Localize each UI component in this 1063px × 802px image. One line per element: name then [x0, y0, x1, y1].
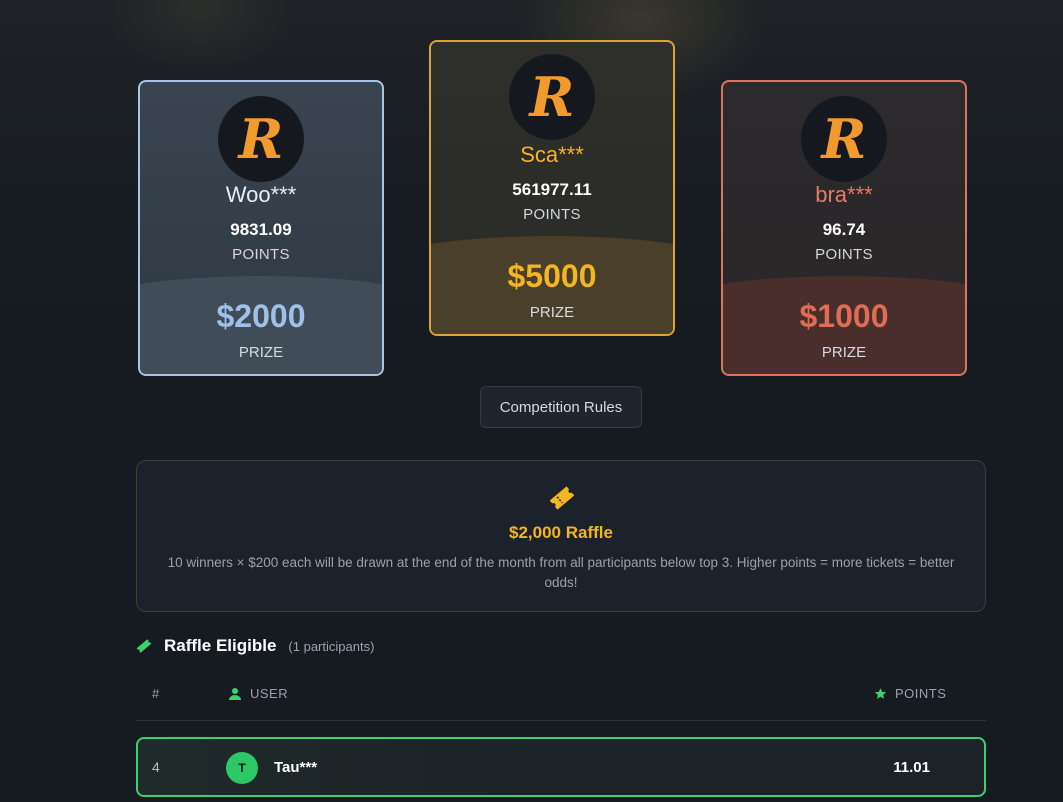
row-rank: 4 [152, 759, 160, 775]
prize-label: PRIZE [529, 304, 575, 321]
podium-card-first: R Sca*** 561977.11 POINTS $5000 PRIZE [429, 40, 675, 336]
avatar: R [218, 96, 304, 182]
column-header-user: USER [228, 686, 288, 701]
competition-rules-button[interactable]: Competition Rules [480, 386, 642, 428]
row-points: 11.01 [893, 759, 930, 776]
podium-card-third: R bra*** 96.74 POINTS $1000 PRIZE [721, 80, 967, 376]
raffle-title: $2,000 Raffle [509, 523, 613, 542]
participant-count: (1 participants) [288, 638, 375, 654]
points-value: 9831.09 [230, 220, 292, 239]
prize-amount: $2000 [216, 298, 306, 334]
r-logo-icon: R [529, 65, 575, 129]
username: Sca*** [520, 142, 584, 167]
avatar: T [226, 752, 258, 784]
points-label: POINTS [232, 246, 290, 263]
avatar: R [801, 96, 887, 182]
row-username: Tau*** [274, 759, 318, 776]
column-header-rank: # [152, 686, 160, 701]
ticket-icon [136, 639, 152, 653]
rank-header-label: # [152, 686, 160, 701]
username: bra*** [815, 182, 873, 207]
star-icon [874, 688, 887, 699]
prize-amount: $1000 [799, 298, 889, 334]
raffle-description: 10 winners × $200 each will be drawn at … [167, 555, 955, 590]
raffle-eligible-title: Raffle Eligible [164, 636, 277, 655]
raffle-eligible-header: Raffle Eligible (1 participants) [136, 634, 374, 658]
prize-label: PRIZE [238, 344, 284, 361]
raffle-info-panel: $2,000 Raffle 10 winners × $200 each wil… [136, 460, 986, 612]
column-header-points: POINTS [874, 686, 946, 701]
ticket-icon [549, 486, 575, 510]
avatar: R [509, 54, 595, 140]
points-label: POINTS [815, 246, 873, 263]
user-icon [229, 687, 241, 700]
table-divider [136, 720, 986, 721]
r-logo-icon: R [238, 107, 284, 171]
points-value: 561977.11 [512, 180, 592, 199]
username: Woo*** [225, 182, 297, 207]
user-header-label: USER [250, 686, 289, 701]
points-label: POINTS [523, 206, 581, 223]
r-logo-icon: R [821, 107, 867, 171]
podium-card-second: R Woo*** 9831.09 POINTS $2000 PRIZE [138, 80, 384, 376]
prize-label: PRIZE [821, 344, 867, 361]
points-header-label: POINTS [895, 686, 947, 701]
prize-amount: $5000 [507, 258, 597, 294]
points-value: 96.74 [822, 220, 866, 239]
table-row[interactable]: 4 T Tau*** 11.01 [136, 737, 986, 797]
